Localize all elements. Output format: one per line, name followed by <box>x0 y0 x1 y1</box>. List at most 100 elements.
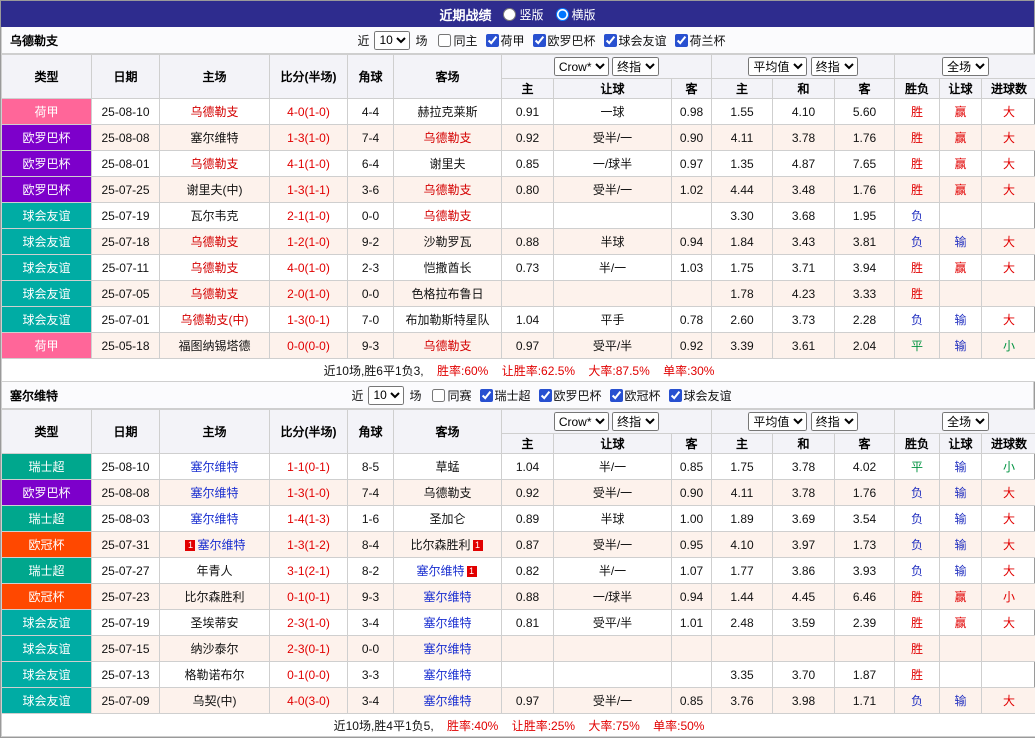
avg-stage-select[interactable]: 终指 <box>811 57 858 76</box>
filter-option[interactable]: 瑞士超 <box>480 387 531 404</box>
team-name[interactable]: 瓦尔韦克 <box>190 209 238 223</box>
team-name[interactable]: 乌德勒支 <box>423 339 471 353</box>
avg-select[interactable]: 平均值 <box>748 412 807 431</box>
team-name[interactable]: 塞尔维特 <box>423 694 471 708</box>
team-name[interactable]: 塞尔维特 <box>423 616 471 630</box>
team-name[interactable]: 草蜢 <box>435 460 459 474</box>
match-score: 1-3(1-0) <box>270 480 348 506</box>
bookmaker-select[interactable]: Crow* <box>554 412 609 431</box>
bookmaker-select[interactable]: Crow* <box>554 57 609 76</box>
filter-option[interactable]: 同主 <box>438 32 477 49</box>
filter-option[interactable]: 荷兰杯 <box>675 32 726 49</box>
games-label: 场 <box>415 32 427 49</box>
layout-horizontal-option[interactable]: 横版 <box>556 6 596 23</box>
team-name[interactable]: 谢里夫(中) <box>187 183 243 197</box>
horizontal-layout-radio[interactable] <box>556 8 569 21</box>
filter-checkbox[interactable] <box>432 389 445 402</box>
team-name[interactable]: 塞尔维特 <box>190 460 238 474</box>
team-name[interactable]: 乌德勒支 <box>190 287 238 301</box>
match-count-select[interactable]: 10 <box>368 386 404 405</box>
team-name[interactable]: 格勒诺布尔 <box>184 668 244 682</box>
filter-checkbox[interactable] <box>610 389 623 402</box>
filter-checkbox-group: 同主 荷甲欧罗巴杯球会友谊荷兰杯 <box>438 32 725 49</box>
match-score: 2-3(0-1) <box>270 636 348 662</box>
avg-select[interactable]: 平均值 <box>748 57 807 76</box>
filter-checkbox[interactable] <box>486 34 499 47</box>
home-team-cell: 塞尔维特 <box>160 506 270 532</box>
team-name[interactable]: 乌德勒支 <box>190 235 238 249</box>
filter-option[interactable]: 荷甲 <box>486 32 525 49</box>
odds-away: 0.78 <box>672 307 712 333</box>
team-name[interactable]: 塞尔维特 <box>190 512 238 526</box>
team-name[interactable]: 谢里夫 <box>429 157 465 171</box>
team-name[interactable]: 赫拉克莱斯 <box>417 105 477 119</box>
avg-home: 1.44 <box>712 584 773 610</box>
team-name[interactable]: 乌德勒支(中) <box>181 313 249 327</box>
team-name[interactable]: 恺撒酋长 <box>423 261 471 275</box>
filter-checkbox[interactable] <box>675 34 688 47</box>
col-result: 胜负 <box>895 434 940 454</box>
team-name[interactable]: 布加勒斯特星队 <box>405 313 489 327</box>
fulltime-select[interactable]: 全场 <box>942 57 989 76</box>
match-count-select[interactable]: 10 <box>374 31 410 50</box>
team-name[interactable]: 圣埃蒂安 <box>190 616 238 630</box>
layout-vertical-option[interactable]: 竖版 <box>503 6 543 23</box>
filter-checkbox[interactable] <box>480 389 493 402</box>
match-date: 25-07-11 <box>92 255 160 281</box>
team-name[interactable]: 纳沙泰尔 <box>190 642 238 656</box>
team-name[interactable]: 色格拉布鲁日 <box>411 287 483 301</box>
odds-stage-select[interactable]: 终指 <box>612 412 659 431</box>
team-name[interactable]: 比尔森胜利 <box>184 590 244 604</box>
team-name[interactable]: 塞尔维特 <box>423 642 471 656</box>
team-name[interactable]: 塞尔维特 <box>416 564 464 578</box>
filter-option-label: 荷甲 <box>501 32 525 49</box>
away-team-cell: 塞尔维特1 <box>394 558 502 584</box>
filter-option[interactable]: 球会友谊 <box>669 387 732 404</box>
match-score: 2-3(1-0) <box>270 610 348 636</box>
home-team-cell: 乌德勒支 <box>160 99 270 125</box>
team-name[interactable]: 乌德勒支 <box>423 183 471 197</box>
avg-stage-select[interactable]: 终指 <box>811 412 858 431</box>
team-name[interactable]: 乌德勒支 <box>190 105 238 119</box>
team-name[interactable]: 塞尔维特 <box>423 590 471 604</box>
result-goals: 大 <box>982 177 1035 203</box>
result-goals: 大 <box>982 255 1035 281</box>
filter-checkbox[interactable] <box>539 389 552 402</box>
filter-checkbox[interactable] <box>604 34 617 47</box>
team-name[interactable]: 圣加仑 <box>429 512 465 526</box>
team-name[interactable]: 福图纳锡塔德 <box>178 339 250 353</box>
team-name[interactable]: 乌德勒支 <box>190 157 238 171</box>
section-team-name: 乌德勒支 <box>10 32 58 49</box>
team-name[interactable]: 比尔森胜利 <box>410 538 470 552</box>
vertical-layout-radio[interactable] <box>503 8 516 21</box>
team-name[interactable]: 乌德勒支 <box>423 131 471 145</box>
odds-away <box>672 636 712 662</box>
team-name[interactable]: 塞尔维特 <box>197 538 245 552</box>
result-handicap <box>940 203 982 229</box>
result-handicap: 输 <box>940 506 982 532</box>
team-name[interactable]: 乌德勒支 <box>423 486 471 500</box>
filter-option[interactable]: 同赛 <box>432 387 471 404</box>
corner-count: 3-6 <box>348 177 394 203</box>
filter-checkbox[interactable] <box>533 34 546 47</box>
team-name[interactable]: 沙勒罗瓦 <box>423 235 471 249</box>
filter-checkbox[interactable] <box>669 389 682 402</box>
filter-option[interactable]: 欧冠杯 <box>610 387 661 404</box>
team-name[interactable]: 乌德勒支 <box>190 261 238 275</box>
team-name[interactable]: 乌契(中) <box>193 694 237 708</box>
team-name[interactable]: 塞尔维特 <box>423 668 471 682</box>
fulltime-select[interactable]: 全场 <box>942 412 989 431</box>
filter-checkbox[interactable] <box>438 34 451 47</box>
filter-option[interactable]: 欧罗巴杯 <box>533 32 596 49</box>
filter-option-label: 球会友谊 <box>684 387 732 404</box>
team-name[interactable]: 年青人 <box>196 564 232 578</box>
team-name[interactable]: 塞尔维特 <box>190 131 238 145</box>
filter-option[interactable]: 球会友谊 <box>604 32 667 49</box>
team-name[interactable]: 塞尔维特 <box>190 486 238 500</box>
avg-home: 1.75 <box>712 255 773 281</box>
filter-option[interactable]: 欧罗巴杯 <box>539 387 602 404</box>
odds-stage-select[interactable]: 终指 <box>612 57 659 76</box>
avg-home: 4.10 <box>712 532 773 558</box>
team-name[interactable]: 乌德勒支 <box>423 209 471 223</box>
avg-draw: 3.70 <box>773 662 835 688</box>
